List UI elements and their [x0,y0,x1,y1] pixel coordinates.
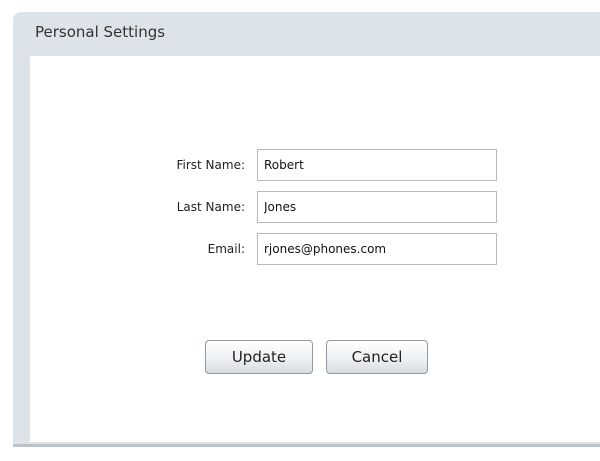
settings-form: First Name: Last Name: Email: Update Can… [30,56,600,442]
first-name-row: First Name: [30,149,600,183]
update-button[interactable]: Update [205,340,313,374]
email-label: Email: [207,242,245,256]
email-input[interactable] [257,233,497,265]
last-name-row: Last Name: [30,191,600,225]
panel-title: Personal Settings [35,23,166,41]
cancel-button[interactable]: Cancel [326,340,428,374]
last-name-label: Last Name: [176,200,245,214]
personal-settings-panel: Personal Settings First Name: Last Name:… [13,12,600,447]
first-name-label: First Name: [176,158,245,172]
last-name-input[interactable] [257,191,497,223]
first-name-input[interactable] [257,149,497,181]
email-row: Email: [30,233,600,267]
